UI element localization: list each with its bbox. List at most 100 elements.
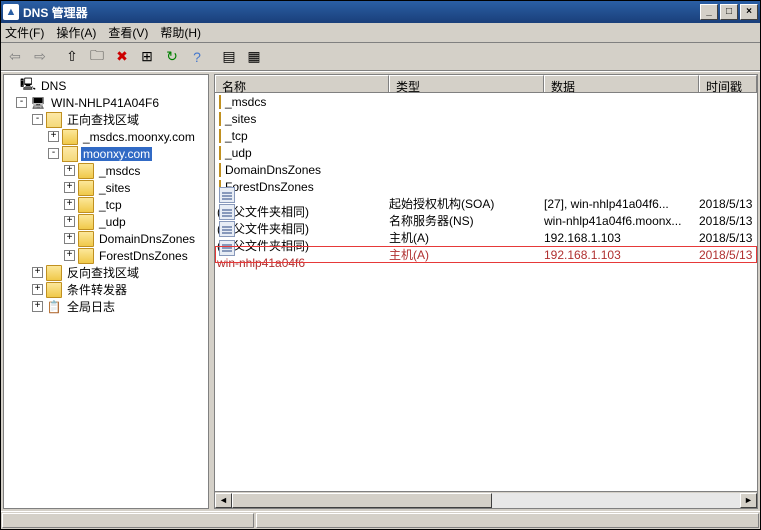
- folder-icon: [219, 129, 221, 143]
- back-button[interactable]: ⇦: [3, 45, 27, 69]
- tree-pane[interactable]: 🖳DNS -🖥WIN-NHLP41A04F6 -正向查找区域 +_msdcs.m…: [3, 74, 209, 509]
- menu-file[interactable]: 文件(F): [5, 24, 44, 41]
- expand-icon[interactable]: +: [64, 182, 75, 193]
- up-button[interactable]: ⇧: [60, 45, 84, 69]
- tree-msdcs-zone[interactable]: _msdcs.moonxy.com: [81, 130, 197, 144]
- log-icon: 📋: [46, 299, 62, 315]
- col-name[interactable]: 名称: [215, 75, 389, 92]
- scroll-left-button[interactable]: ◄: [215, 493, 232, 508]
- expand-icon[interactable]: -: [48, 148, 59, 159]
- tree-sub[interactable]: DomainDnsZones: [97, 232, 197, 246]
- folder-icon: [219, 146, 221, 160]
- folder-open-icon: [46, 112, 62, 128]
- minimize-button[interactable]: _: [700, 4, 718, 20]
- close-button[interactable]: ×: [740, 4, 758, 20]
- record-data: 192.168.1.103: [544, 231, 699, 245]
- view2-button[interactable]: ▦: [242, 45, 266, 69]
- list-item-folder[interactable]: _tcp: [215, 127, 757, 144]
- list-item-folder[interactable]: _msdcs: [215, 93, 757, 110]
- show-hide-button[interactable]: 🗀: [85, 45, 109, 69]
- maximize-button[interactable]: □: [720, 4, 738, 20]
- menu-action[interactable]: 操作(A): [56, 24, 96, 41]
- refresh-button[interactable]: ↻: [160, 45, 184, 69]
- expand-icon[interactable]: +: [64, 199, 75, 210]
- folder-icon: [78, 248, 94, 264]
- scroll-right-button[interactable]: ►: [740, 493, 757, 508]
- folder-name: _tcp: [225, 129, 248, 143]
- horizontal-scrollbar[interactable]: ◄ ►: [215, 491, 757, 508]
- tree-sub[interactable]: _sites: [97, 181, 132, 195]
- menu-help[interactable]: 帮助(H): [160, 24, 201, 41]
- col-data[interactable]: 数据: [544, 75, 699, 92]
- tree-sub[interactable]: _udp: [97, 215, 128, 229]
- list-item-folder[interactable]: DomainDnsZones: [215, 161, 757, 178]
- expand-icon[interactable]: +: [64, 233, 75, 244]
- list-item-folder[interactable]: _sites: [215, 110, 757, 127]
- titlebar[interactable]: ▲ DNS 管理器 _ □ ×: [1, 1, 760, 23]
- menu-view[interactable]: 查看(V): [108, 24, 148, 41]
- expand-icon[interactable]: +: [64, 165, 75, 176]
- expand-icon[interactable]: +: [32, 301, 43, 312]
- expand-icon[interactable]: -: [16, 97, 27, 108]
- properties-button[interactable]: ⊞: [135, 45, 159, 69]
- list-header: 名称 类型 数据 时间戳: [215, 75, 757, 93]
- expand-icon[interactable]: +: [32, 284, 43, 295]
- record-ts: 2018/5/13: [699, 197, 757, 211]
- scroll-thumb[interactable]: [232, 493, 492, 508]
- status-cell: [256, 513, 759, 528]
- folder-icon: [78, 197, 94, 213]
- record-icon: [219, 240, 235, 256]
- folder-icon: [78, 163, 94, 179]
- tree-forward[interactable]: 正向查找区域: [65, 111, 141, 128]
- toolbar: ⇦ ⇨ ⇧ 🗀 ✖ ⊞ ↻ ? ▤ ▦: [1, 43, 760, 71]
- folder-icon: [46, 265, 62, 281]
- tree-server[interactable]: WIN-NHLP41A04F6: [49, 96, 161, 110]
- forward-button[interactable]: ⇨: [28, 45, 52, 69]
- record-ts: 2018/5/13: [699, 214, 757, 228]
- folder-open-icon: [62, 146, 78, 162]
- list-item-record[interactable]: win-nhlp41a04f6主机(A)192.168.1.1032018/5/…: [215, 246, 757, 263]
- expand-icon[interactable]: +: [64, 216, 75, 227]
- folder-icon: [219, 112, 221, 126]
- scroll-track[interactable]: [232, 493, 740, 508]
- status-cell: [2, 513, 254, 528]
- app-icon: ▲: [3, 4, 19, 20]
- tree-reverse[interactable]: 反向查找区域: [65, 264, 141, 281]
- record-icon: [219, 204, 235, 220]
- record-name: win-nhlp41a04f6: [217, 256, 305, 270]
- folder-name: _sites: [225, 112, 256, 126]
- folder-icon: [62, 129, 78, 145]
- expand-icon[interactable]: +: [32, 267, 43, 278]
- list-body[interactable]: _msdcs_sites_tcp_udpDomainDnsZonesForest…: [215, 93, 757, 508]
- tree-conditional[interactable]: 条件转发器: [65, 281, 129, 298]
- list-pane: 名称 类型 数据 时间戳 _msdcs _sites _tcp_udpDomainD…: [214, 74, 758, 509]
- folder-icon: [78, 231, 94, 247]
- record-data: 192.168.1.103: [544, 248, 699, 262]
- menubar: 文件(F) 操作(A) 查看(V) 帮助(H): [1, 23, 760, 43]
- tree-zone-selected[interactable]: moonxy.com: [81, 147, 152, 161]
- help-button[interactable]: ?: [185, 45, 209, 69]
- tree-log[interactable]: 全局日志: [65, 298, 117, 315]
- record-ts: 2018/5/13: [699, 248, 757, 262]
- record-type: 主机(A): [389, 246, 544, 263]
- delete-button[interactable]: ✖: [110, 45, 134, 69]
- record-data: win-nhlp41a04f6.moonx...: [544, 214, 699, 228]
- folder-icon: [78, 180, 94, 196]
- tree-sub[interactable]: ForestDnsZones: [97, 249, 190, 263]
- record-type: 主机(A): [389, 229, 544, 246]
- list-item-folder[interactable]: _udp: [215, 144, 757, 161]
- folder-icon: [219, 95, 221, 109]
- server-icon: 🖥: [30, 95, 46, 111]
- tree-root[interactable]: DNS: [39, 79, 68, 93]
- col-ts[interactable]: 时间戳: [699, 75, 757, 92]
- expand-icon[interactable]: +: [48, 131, 59, 142]
- expand-icon[interactable]: +: [64, 250, 75, 261]
- record-icon: [219, 221, 235, 237]
- tree-sub[interactable]: _msdcs: [97, 164, 142, 178]
- tree-sub[interactable]: _tcp: [97, 198, 124, 212]
- dns-root-icon: 🖳: [20, 78, 36, 94]
- col-type[interactable]: 类型: [389, 75, 544, 92]
- statusbar: [1, 511, 760, 529]
- expand-icon[interactable]: -: [32, 114, 43, 125]
- view1-button[interactable]: ▤: [217, 45, 241, 69]
